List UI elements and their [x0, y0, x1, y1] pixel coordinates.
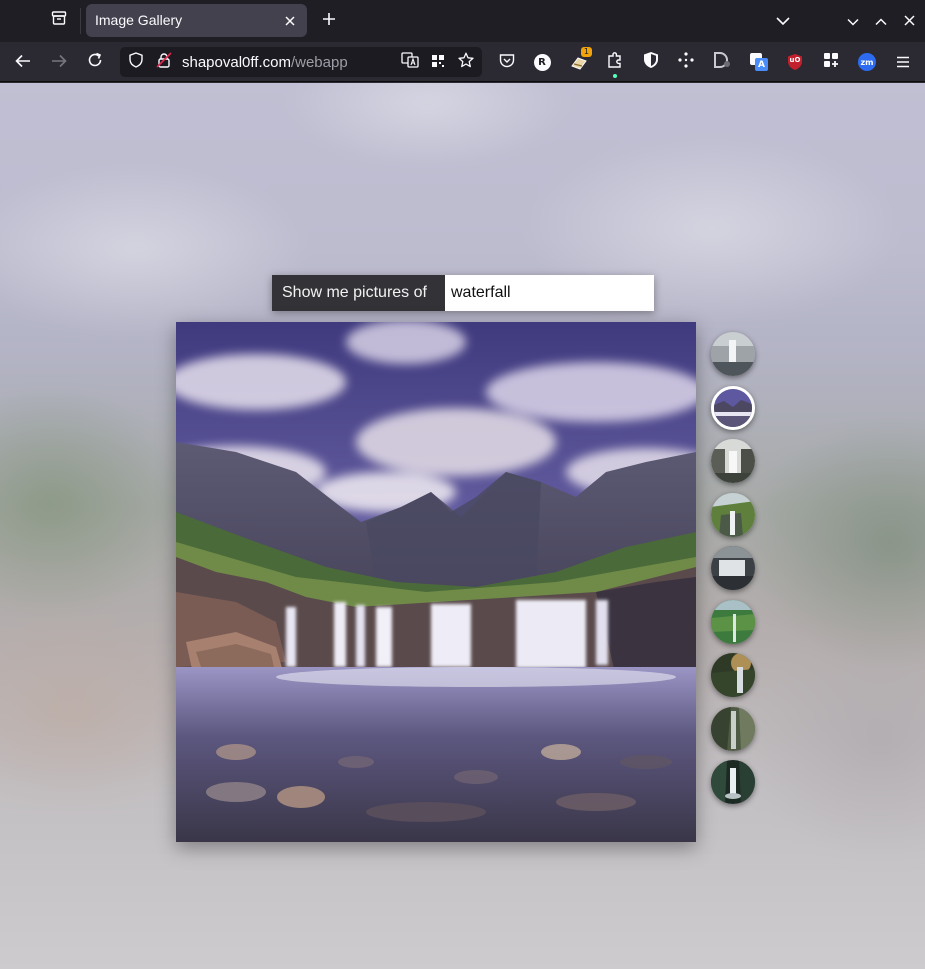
thumbnail-waterfall-green-valley[interactable] [711, 492, 755, 537]
notification-extension-button[interactable]: 1 [567, 47, 592, 74]
search-input[interactable] [445, 275, 654, 311]
thumbnail-strip [711, 332, 755, 814]
apps-grid-button[interactable] [819, 50, 843, 74]
archive-icon [51, 10, 67, 30]
puzzle-extensions-icon [607, 51, 623, 78]
thumbnail-waterfall-mossy-rocks[interactable] [711, 706, 755, 751]
d-extension-button[interactable] [710, 50, 734, 74]
tracking-protection-button[interactable] [126, 52, 146, 72]
shield-icon [129, 52, 143, 72]
thumbnail-waterfall-green-cliffs[interactable] [711, 599, 755, 644]
close-icon [284, 12, 296, 31]
star-icon [458, 52, 474, 72]
plus-icon [322, 11, 336, 30]
chevron-down-icon [776, 11, 790, 30]
tab-separator [80, 8, 81, 34]
bookmark-star-button[interactable] [456, 52, 476, 72]
update-dot [613, 74, 617, 78]
insecure-lock-icon [156, 52, 172, 72]
chevron-down-icon [847, 11, 859, 30]
url-host: shapoval0ff.com [182, 54, 291, 71]
thumbnail-waterfall-sunset-forest[interactable] [711, 653, 755, 697]
back-button[interactable] [8, 48, 38, 76]
arrow-right-icon [51, 53, 67, 72]
browser-navigation-bar: shapoval0ff.com/webapp R 1 A uO zm [0, 42, 925, 82]
tab-image-gallery[interactable]: Image Gallery [86, 4, 307, 37]
url-text: shapoval0ff.com/webapp [182, 54, 348, 71]
hamburger-menu-icon [896, 53, 910, 72]
r-extension-button[interactable]: R [530, 50, 554, 74]
d-extension-icon [712, 51, 732, 73]
extensions-button[interactable] [603, 50, 627, 78]
page-content: Show me pictures of [0, 83, 925, 969]
forward-button[interactable] [44, 48, 74, 76]
tab-list-button[interactable] [44, 6, 74, 34]
maximize-window-button[interactable] [868, 8, 894, 32]
thumbnail-fairy-pools-mountains[interactable] [711, 385, 755, 430]
translate-icon [401, 52, 419, 72]
new-tab-button[interactable] [316, 6, 342, 34]
reload-button[interactable] [80, 48, 110, 76]
browser-tab-strip: Image Gallery [0, 0, 925, 42]
search-form: Show me pictures of [272, 275, 654, 311]
notification-extension-icon: 1 [569, 47, 592, 72]
reload-icon [87, 52, 103, 72]
pocket-button[interactable] [495, 50, 519, 74]
close-window-button[interactable] [896, 8, 922, 32]
thumbnail-waterfall-dark-canyon[interactable] [711, 760, 755, 804]
thumbnail-waterfall-grey-cliffs[interactable] [711, 332, 755, 376]
notification-badge: 1 [580, 47, 592, 57]
shield-extension-icon [643, 51, 659, 73]
app-menu-button[interactable] [891, 50, 915, 74]
r-extension-icon: R [533, 53, 551, 71]
qr-code-icon [431, 53, 445, 72]
ublock-origin-icon: uO [787, 53, 803, 71]
zoom-extension-button[interactable]: zm [855, 50, 879, 74]
translate-extension-icon: A [750, 53, 768, 71]
tab-title: Image Gallery [95, 12, 183, 28]
arrow-left-icon [15, 53, 31, 72]
zoom-extension-icon: zm [858, 53, 876, 71]
dots-extension-button[interactable] [674, 50, 698, 74]
chevron-up-icon [875, 11, 887, 30]
ublock-origin-button[interactable]: uO [783, 50, 807, 74]
shield-extension-button[interactable] [639, 50, 663, 74]
thumbnail-waterfall-dark-cave[interactable] [711, 546, 755, 590]
tab-close-button[interactable] [279, 10, 301, 32]
search-label: Show me pictures of [272, 275, 445, 311]
address-bar[interactable]: shapoval0ff.com/webapp [120, 47, 482, 77]
translate-extension-button[interactable]: A [747, 50, 771, 74]
thumbnail-waterfall-misty-gorge[interactable] [711, 439, 755, 483]
close-icon [903, 11, 915, 30]
apps-grid-icon [823, 52, 839, 72]
dots-extension-icon [677, 51, 695, 73]
minimize-window-button[interactable] [840, 8, 866, 32]
translate-page-button[interactable] [400, 52, 420, 72]
list-all-tabs-button[interactable] [770, 8, 796, 32]
qr-code-button[interactable] [428, 52, 448, 72]
url-path: /webapp [290, 54, 348, 71]
main-gallery-image[interactable] [176, 322, 696, 842]
pocket-icon [499, 53, 515, 72]
site-security-button[interactable] [154, 52, 174, 72]
